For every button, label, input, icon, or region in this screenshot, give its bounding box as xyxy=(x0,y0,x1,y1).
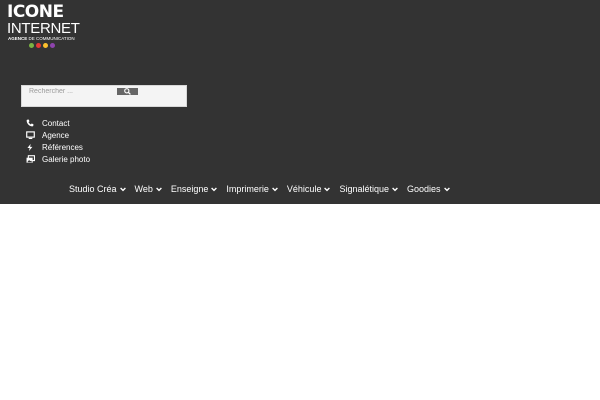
chevron-down-icon xyxy=(392,186,398,192)
nav-item-label: Véhicule xyxy=(286,184,322,194)
nav-item-label: Signalétique xyxy=(339,184,389,194)
nav-item-signaletique[interactable]: Signalétique xyxy=(339,184,398,194)
logo-dot-yellow xyxy=(43,43,48,48)
search-input[interactable] xyxy=(22,86,114,96)
link-galerie-photo[interactable]: Galerie photo xyxy=(25,153,90,165)
link-label: Références xyxy=(42,142,83,152)
search-icon xyxy=(124,88,131,95)
logo-dot-red xyxy=(36,43,41,48)
site-header: ICONE INTERNET AGENCE DE COMMUNICATION C… xyxy=(0,0,600,204)
lightning-icon xyxy=(25,142,35,152)
nav-item-label: Web xyxy=(134,184,153,194)
logo-dots xyxy=(29,43,55,49)
nav-item-label: Goodies xyxy=(407,184,441,194)
nav-item-web[interactable]: Web xyxy=(135,184,162,194)
link-contact[interactable]: Contact xyxy=(25,117,70,129)
logo-title: ICONE xyxy=(7,2,64,22)
images-icon xyxy=(25,154,35,164)
chevron-down-icon xyxy=(156,186,162,192)
chevron-down-icon xyxy=(443,186,450,192)
logo-dot-purple xyxy=(50,43,55,48)
chevron-down-icon xyxy=(272,186,278,192)
link-agence[interactable]: Agence xyxy=(25,129,69,141)
monitor-icon xyxy=(25,130,35,140)
logo-tagline-rest: DE COMMUNICATION xyxy=(27,36,75,41)
logo-subtitle: INTERNET xyxy=(7,20,80,37)
link-references[interactable]: Références xyxy=(25,141,83,153)
phone-icon xyxy=(25,118,35,128)
main-navigation: Studio Créa Web Enseigne Imprimerie Véhi… xyxy=(69,182,459,196)
chevron-down-icon xyxy=(211,186,218,192)
chevron-down-icon xyxy=(119,186,126,192)
search-form xyxy=(21,85,187,107)
nav-item-studio-crea[interactable]: Studio Créa xyxy=(69,184,126,194)
nav-item-imprimerie[interactable]: Imprimerie xyxy=(226,184,278,194)
nav-item-goodies[interactable]: Goodies xyxy=(407,184,450,194)
logo-dot-green xyxy=(29,43,34,48)
nav-item-label: Enseigne xyxy=(170,184,209,194)
link-label: Galerie photo xyxy=(42,154,91,164)
logo-tagline-bold: AGENCE xyxy=(8,36,28,41)
nav-item-vehicule[interactable]: Véhicule xyxy=(287,184,331,194)
search-button[interactable] xyxy=(117,88,138,95)
nav-item-label: Studio Créa xyxy=(69,184,117,194)
site-logo[interactable]: ICONE INTERNET AGENCE DE COMMUNICATION xyxy=(7,2,80,49)
nav-item-label: Imprimerie xyxy=(226,184,269,194)
link-label: Agence xyxy=(42,130,70,140)
chevron-down-icon xyxy=(324,186,331,192)
logo-tagline: AGENCE DE COMMUNICATION xyxy=(8,36,75,41)
page-content xyxy=(0,204,600,400)
link-label: Contact xyxy=(42,118,70,128)
nav-item-enseigne[interactable]: Enseigne xyxy=(171,184,218,194)
